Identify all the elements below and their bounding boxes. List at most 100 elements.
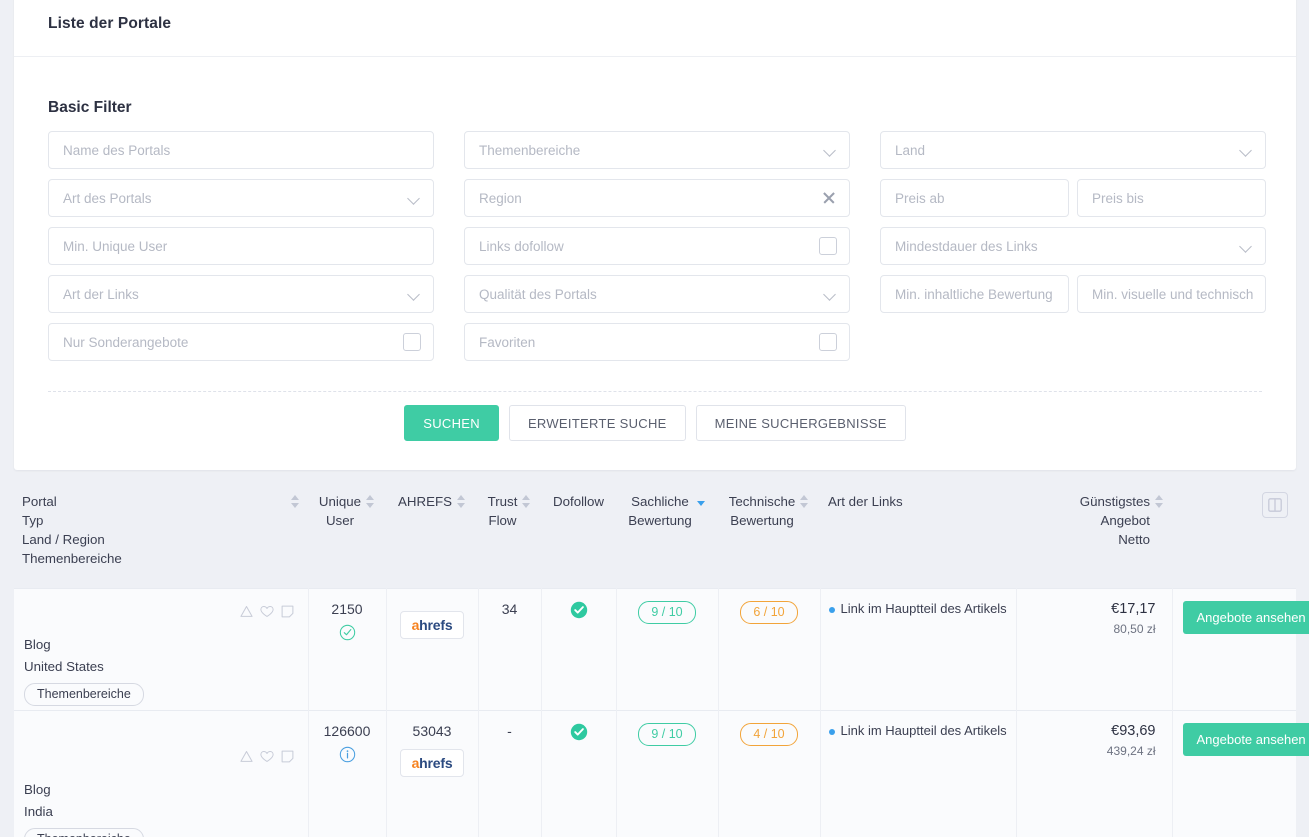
- column-header-unique-user-line-1: Unique: [318, 494, 362, 509]
- art-der-links-value: Link im Hauptteil des Artikels: [840, 723, 1007, 738]
- column-header-dofollow: Dofollow: [541, 478, 616, 589]
- min-inhaltliche-bewertung-input[interactable]: Min. inhaltliche Bewertung: [880, 275, 1069, 313]
- check-circle-outline-icon: [317, 624, 378, 641]
- ahrefs-logo[interactable]: a hrefs: [399, 611, 465, 639]
- sachliche-bewertung-badge: 9 / 10: [638, 601, 696, 624]
- qualitaet-des-portals-select[interactable]: Qualität des Portals: [464, 275, 850, 313]
- column-header-dofollow-label: Dofollow: [553, 494, 604, 509]
- warning-triangle-icon[interactable]: [239, 605, 253, 618]
- chevron-down-icon: [408, 192, 421, 205]
- land-select[interactable]: Land: [880, 131, 1266, 169]
- chevron-down-icon: [1240, 144, 1253, 157]
- bullet-dot-icon: [828, 729, 835, 735]
- angebote-ansehen-button[interactable]: Angebote ansehen: [1182, 723, 1309, 756]
- bullet-dot-icon: [828, 607, 835, 613]
- checkbox-icon[interactable]: [403, 333, 421, 351]
- nur-sonderangebote-checkbox-field[interactable]: Nur Sonderangebote: [48, 323, 434, 361]
- columns-layout-icon[interactable]: [1262, 492, 1288, 518]
- angebote-ansehen-button[interactable]: Angebote ansehen: [1182, 601, 1309, 634]
- preis-bis-input[interactable]: Preis bis: [1077, 179, 1266, 217]
- info-circle-icon[interactable]: [317, 746, 378, 763]
- cell-ahrefs: a hrefs: [386, 588, 479, 711]
- cell-sachliche-bewertung: 9 / 10: [616, 710, 719, 837]
- themenbereiche-select[interactable]: Themenbereiche: [464, 131, 850, 169]
- column-header-technische-line-1: Technische: [728, 494, 796, 509]
- min-unique-user-input[interactable]: Min. Unique User: [48, 227, 434, 265]
- cell-price: €93,69 439,24 zł: [1016, 710, 1173, 837]
- art-der-links-select[interactable]: Art der Links: [48, 275, 434, 313]
- cell-price: €17,17 80,50 zł: [1016, 588, 1173, 711]
- portal-topics-chip[interactable]: Themenbereiche: [24, 828, 144, 837]
- column-header-unique-user-line-2: User: [325, 513, 355, 528]
- preis-ab-input[interactable]: Preis ab: [880, 179, 1069, 217]
- chevron-down-icon: [824, 288, 837, 301]
- cell-art-der-links: Link im Hauptteil des Artikels: [820, 710, 1017, 837]
- table-row[interactable]: Blog India Themenbereiche 126600: [14, 710, 1309, 837]
- warning-triangle-icon[interactable]: [239, 750, 253, 763]
- table-row[interactable]: Blog United States Themenbereiche 2150 a…: [14, 588, 1309, 711]
- column-header-guenstigstes-angebot[interactable]: Günstigstes Angebot Netto: [1016, 478, 1172, 589]
- erweiterte-suche-button[interactable]: ERWEITERTE SUCHE: [508, 405, 686, 441]
- mindestdauer-des-links-select[interactable]: Mindestdauer des Links: [880, 227, 1266, 265]
- column-header-trust-flow-line-1: Trust: [487, 494, 518, 509]
- column-header-portal-line-4: Themenbereiche: [22, 551, 122, 566]
- name-des-portals-input[interactable]: Name des Portals: [48, 131, 434, 169]
- meine-suchergebnisse-button[interactable]: MEINE SUCHERGEBNISSE: [695, 405, 906, 441]
- portal-type: Blog: [24, 637, 51, 652]
- sort-icon-technische-bewertung[interactable]: [800, 495, 809, 509]
- note-icon[interactable]: [281, 750, 294, 763]
- art-des-portals-select[interactable]: Art des Portals: [48, 179, 434, 217]
- sort-icon-ahrefs[interactable]: [456, 495, 466, 509]
- heart-icon[interactable]: [259, 750, 274, 763]
- min-visuelle-technische-bewertung-input[interactable]: Min. visuelle und technische Bewertung: [1077, 275, 1266, 313]
- portal-topics-chip[interactable]: Themenbereiche: [24, 683, 144, 706]
- heart-icon[interactable]: [259, 605, 274, 618]
- column-header-trust-flow-line-2: Flow: [488, 513, 517, 528]
- column-header-angebot-line-1: Günstigstes: [1079, 494, 1150, 509]
- column-header-technische-line-2: Bewertung: [730, 513, 794, 528]
- column-header-portal[interactable]: Portal Typ Land / Region Themenbereiche: [14, 478, 308, 589]
- ahrefs-logo[interactable]: a hrefs: [399, 749, 465, 777]
- column-header-ahrefs[interactable]: AHREFS: [386, 478, 478, 589]
- table-header-row: Portal Typ Land / Region Themenbereiche …: [14, 478, 1296, 589]
- preis-range-group: Preis ab Preis bis: [880, 179, 1266, 217]
- unique-user-value: 2150: [331, 601, 363, 617]
- checkbox-icon[interactable]: [819, 333, 837, 351]
- note-icon[interactable]: [281, 605, 294, 618]
- column-header-art-der-links-label: Art der Links: [828, 494, 903, 509]
- column-header-angebot-line-3: Netto: [1118, 532, 1150, 547]
- column-header-sachliche-bewertung[interactable]: Sachliche Bewertung: [616, 478, 718, 589]
- unique-user-value: 126600: [323, 723, 371, 739]
- links-dofollow-checkbox-field[interactable]: Links dofollow: [464, 227, 850, 265]
- min-inhaltliche-bewertung-placeholder: Min. inhaltliche Bewertung: [895, 286, 1053, 302]
- favoriten-checkbox-field[interactable]: Favoriten: [464, 323, 850, 361]
- column-header-art-der-links: Art der Links: [820, 478, 1016, 589]
- cell-trust-flow: -: [478, 710, 542, 837]
- column-header-angebot-line-2: Angebot: [1100, 513, 1150, 528]
- land-placeholder: Land: [895, 142, 926, 158]
- mindestdauer-des-links-placeholder: Mindestdauer des Links: [895, 238, 1038, 254]
- suchen-button[interactable]: SUCHEN: [404, 405, 499, 441]
- close-icon[interactable]: [821, 190, 837, 206]
- column-header-sachliche-line-1: Sachliche: [631, 494, 689, 509]
- ahrefs-logo-a: a: [411, 617, 420, 633]
- column-header-unique-user[interactable]: Unique User: [308, 478, 386, 589]
- sort-icon-sachliche-bewertung[interactable]: [696, 495, 706, 507]
- cell-offer-action: Angebote ansehen: [1172, 588, 1309, 711]
- sort-icon-unique-user[interactable]: [366, 495, 375, 509]
- column-header-trust-flow[interactable]: Trust Flow: [478, 478, 541, 589]
- results-table-container: Portal Typ Land / Region Themenbereiche …: [14, 478, 1309, 837]
- column-header-actions: [1172, 478, 1296, 589]
- sort-icon-portal[interactable]: [291, 495, 300, 509]
- sort-icon-trust-flow[interactable]: [522, 495, 531, 509]
- cell-technische-bewertung: 6 / 10: [718, 588, 821, 711]
- filter-grid: Name des Portals Art des Portals Min. Un…: [48, 131, 1266, 361]
- column-header-technische-bewertung[interactable]: Technische Bewertung: [718, 478, 820, 589]
- price-net-value: €93,69: [1111, 723, 1156, 739]
- chevron-down-icon: [1240, 240, 1253, 253]
- themenbereiche-placeholder: Themenbereiche: [479, 142, 581, 158]
- technische-bewertung-badge: 6 / 10: [740, 601, 798, 624]
- sort-icon-guenstigstes-angebot[interactable]: [1155, 495, 1164, 509]
- region-select[interactable]: Region: [464, 179, 850, 217]
- checkbox-icon[interactable]: [819, 237, 837, 255]
